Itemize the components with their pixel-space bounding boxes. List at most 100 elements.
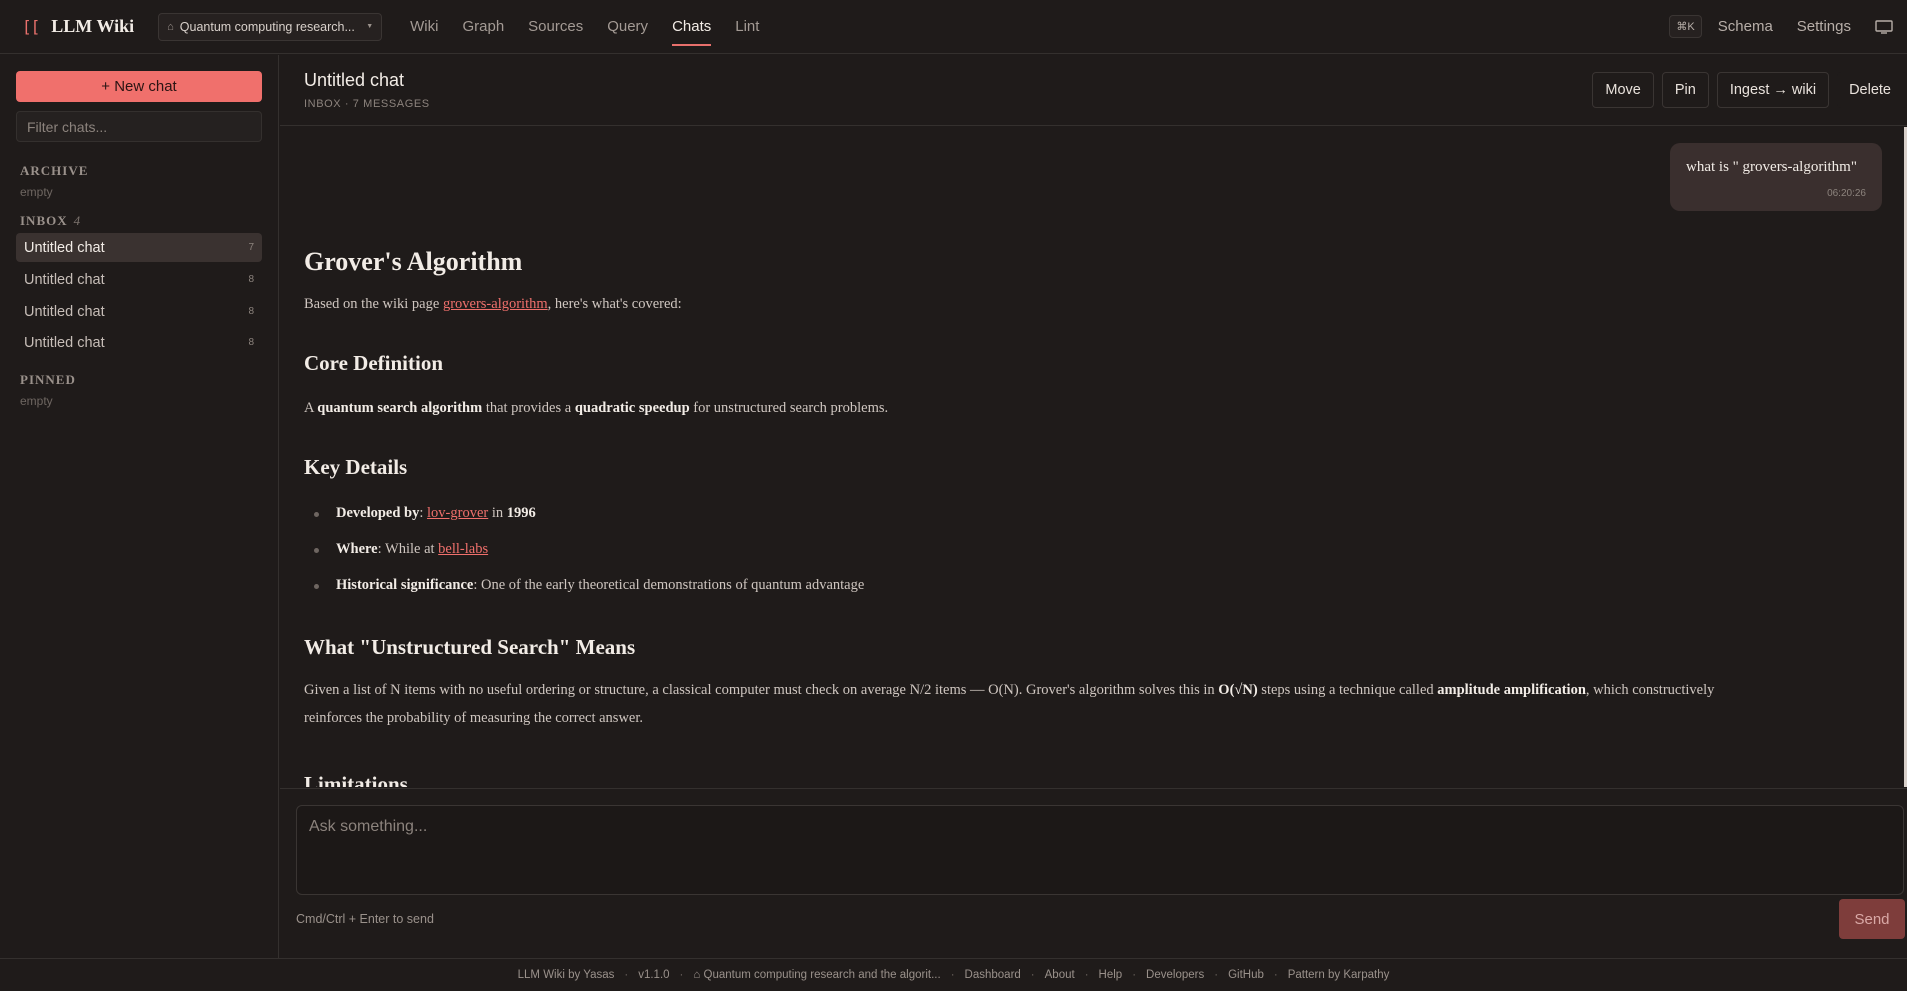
- chat-list-item-label: Untitled chat: [24, 239, 105, 256]
- footer-dashboard-link[interactable]: Dashboard: [965, 969, 1021, 981]
- new-chat-button[interactable]: + New chat: [16, 71, 262, 102]
- top-bar: [[ LLM Wiki ⌂ Quantum computing research…: [0, 0, 1907, 54]
- bold-text: Developed by: [336, 505, 420, 521]
- chat-list-item-label: Untitled chat: [24, 271, 105, 288]
- text-run: in: [488, 505, 507, 521]
- nav-query[interactable]: Query: [607, 0, 648, 54]
- project-selector[interactable]: ⌂ Quantum computing research... ▼: [158, 12, 383, 41]
- logo-bracket-icon: [[: [22, 17, 40, 36]
- bold-text: quadratic speedup: [574, 400, 690, 416]
- text-run: :: [419, 505, 428, 521]
- user-message-text: what is " grovers-algorithm": [1686, 159, 1857, 175]
- app-logo[interactable]: [[ LLM Wiki: [22, 16, 134, 37]
- nav-graph[interactable]: Graph: [462, 0, 504, 54]
- app-title: LLM Wiki: [51, 16, 135, 36]
- inbox-section-title[interactable]: INBOX 4: [20, 213, 80, 229]
- section-heading-unstructured-search: What "Unstructured Search" Means: [304, 635, 636, 659]
- chat-message-count: 7: [248, 242, 254, 253]
- send-button[interactable]: Send: [1839, 899, 1905, 939]
- chat-title[interactable]: Untitled chat: [304, 70, 404, 91]
- text-run: A: [304, 400, 318, 416]
- chat-header: Untitled chat INBOX · 7 MESSAGES Move Pi…: [280, 55, 1907, 126]
- footer-separator: ·: [624, 969, 629, 981]
- filter-chats-input[interactable]: [16, 111, 262, 142]
- footer-project[interactable]: ⌂ Quantum computing research and the alg…: [693, 969, 940, 981]
- answer-heading: Grover's Algorithm: [304, 247, 523, 276]
- monitor-icon[interactable]: [1875, 19, 1893, 34]
- footer-separator: ·: [950, 969, 955, 981]
- footer-help-link[interactable]: Help: [1099, 969, 1123, 981]
- chat-actions: Move Pin Ingest → wiki Delete: [1592, 72, 1907, 108]
- schema-link[interactable]: Schema: [1718, 18, 1773, 35]
- project-selector-label: Quantum computing research...: [179, 19, 355, 34]
- chat-message-count: 8: [248, 306, 254, 317]
- unstructured-search-text: Given a list of N items with no useful o…: [304, 676, 1764, 732]
- chat-message-count: 8: [248, 337, 254, 348]
- main-nav: Wiki Graph Sources Query Chats Lint: [398, 0, 771, 54]
- inbox-count: 4: [73, 213, 81, 228]
- footer-github-link[interactable]: GitHub: [1228, 969, 1264, 981]
- text-run: : One of the early theoretical demonstra…: [473, 577, 865, 593]
- pin-button[interactable]: Pin: [1661, 72, 1709, 108]
- top-right-actions: ⌘K Schema Settings: [1669, 0, 1907, 54]
- archive-section-title[interactable]: ARCHIVE: [20, 163, 88, 179]
- message-list[interactable]: what is " grovers-algorithm" 06:20:26 Gr…: [280, 127, 1907, 787]
- footer: LLM Wiki by Yasas · v1.1.0 · ⌂ Quantum c…: [0, 958, 1907, 991]
- chat-list-item-label: Untitled chat: [24, 303, 105, 320]
- bold-text: O(√N): [1218, 682, 1258, 698]
- list-item: Where: While at bell-labs: [313, 541, 488, 558]
- move-button[interactable]: Move: [1592, 72, 1654, 108]
- section-heading-core-definition: Core Definition: [304, 351, 444, 375]
- inbox-label: INBOX: [20, 213, 68, 228]
- nav-wiki[interactable]: Wiki: [410, 0, 438, 54]
- footer-separator: ·: [1214, 969, 1219, 981]
- wiki-link-grovers-algorithm[interactable]: grovers-algorithm: [443, 296, 548, 312]
- footer-separator: ·: [1084, 969, 1089, 981]
- command-palette-shortcut[interactable]: ⌘K: [1669, 15, 1702, 38]
- message-timestamp: 06:20:26: [1827, 188, 1866, 199]
- chat-list-item[interactable]: Untitled chat 7: [16, 233, 262, 262]
- ingest-to-wiki-button[interactable]: Ingest → wiki: [1716, 72, 1830, 108]
- wiki-link-bell-labs[interactable]: bell-labs: [438, 541, 488, 557]
- chat-subtitle: INBOX · 7 MESSAGES: [304, 98, 430, 110]
- footer-version: v1.1.0: [638, 969, 670, 981]
- footer-separator: ·: [679, 969, 684, 981]
- chat-message-count: 8: [248, 274, 254, 285]
- section-heading-limitations: Limitations: [304, 772, 408, 787]
- chat-main: Untitled chat INBOX · 7 MESSAGES Move Pi…: [280, 55, 1907, 958]
- chat-list-item[interactable]: Untitled chat 8: [16, 265, 262, 294]
- nav-sources[interactable]: Sources: [528, 0, 583, 54]
- footer-karpathy-link[interactable]: Pattern by Karpathy: [1288, 969, 1390, 981]
- bold-text: amplitude amplification: [1437, 682, 1586, 698]
- chat-list-item-label: Untitled chat: [24, 334, 105, 351]
- nav-lint[interactable]: Lint: [735, 0, 759, 54]
- chat-sidebar: + New chat ARCHIVE empty INBOX 4 Untitled…: [0, 55, 279, 958]
- list-item: Historical significance: One of the earl…: [313, 577, 865, 594]
- core-definition-text: A quantum search algorithm that provides…: [304, 394, 888, 422]
- chat-list-item[interactable]: Untitled chat 8: [16, 328, 262, 357]
- section-heading-key-details: Key Details: [304, 455, 408, 479]
- user-message: what is " grovers-algorithm" 06:20:26: [1670, 143, 1882, 211]
- text-run: steps using a technique called: [1257, 682, 1438, 698]
- text-run: for unstructured search problems.: [689, 400, 889, 416]
- archive-empty: empty: [20, 185, 53, 199]
- wiki-link-lov-grover[interactable]: lov-grover: [427, 505, 488, 521]
- settings-link[interactable]: Settings: [1797, 18, 1851, 35]
- chevron-down-icon: ▼: [366, 23, 374, 30]
- footer-about-link[interactable]: About: [1045, 969, 1075, 981]
- message-input[interactable]: [296, 805, 1904, 895]
- chat-list-item[interactable]: Untitled chat 8: [16, 297, 262, 326]
- footer-separator: ·: [1132, 969, 1137, 981]
- bold-text: Where: [336, 541, 378, 557]
- bold-text: 1996: [506, 505, 536, 521]
- nav-chats[interactable]: Chats: [672, 0, 712, 54]
- delete-button[interactable]: Delete: [1837, 72, 1907, 108]
- pinned-section-title[interactable]: PINNED: [20, 372, 76, 388]
- intro-text-suffix: , here's what's covered:: [547, 296, 682, 312]
- answer-intro: Based on the wiki page grovers-algorithm…: [304, 290, 682, 318]
- footer-separator: ·: [1030, 969, 1035, 981]
- text-run: that provides a: [482, 400, 575, 416]
- footer-developers-link[interactable]: Developers: [1146, 969, 1204, 981]
- home-icon: ⌂: [167, 20, 174, 33]
- composer-area: Cmd/Ctrl + Enter to send Send: [280, 788, 1907, 958]
